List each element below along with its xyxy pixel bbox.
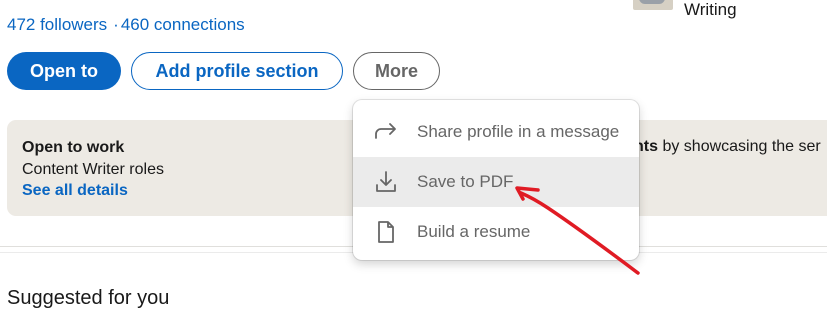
add-profile-section-button[interactable]: Add profile section [131,52,343,90]
share-arrow-icon [374,120,398,144]
stats-separator: · [113,15,119,34]
network-stats: 472 followers · 460 connections [7,15,245,35]
connections-link[interactable]: 460 connections [121,15,245,34]
education-label: Writing [684,0,737,19]
menu-item-label: Build a resume [417,222,531,241]
document-icon [374,220,398,244]
followers-link[interactable]: 472 followers [7,15,107,34]
menu-item-save-to-pdf[interactable]: Save to PDF [353,157,639,207]
more-dropdown-menu: Share profile in a message Save to PDF B… [353,100,639,260]
open-to-button[interactable]: Open to [7,52,121,90]
hiring-card-text: nts by showcasing the ser [634,138,821,156]
menu-item-label: Share profile in a message [417,122,620,141]
open-to-work-title: Open to work [22,139,125,156]
hiring-card-desc: by showcasing the ser [658,138,821,155]
more-button[interactable]: More [353,52,440,90]
menu-item-share-profile[interactable]: Share profile in a message [353,107,639,157]
suggested-heading: Suggested for you [7,287,170,309]
education-logo [633,0,673,10]
open-to-work-roles: Content Writer roles [22,161,164,178]
menu-item-build-resume[interactable]: Build a resume [353,207,639,257]
download-icon [374,170,398,194]
menu-item-label: Save to PDF [417,172,514,191]
see-all-details-link[interactable]: See all details [22,182,128,200]
